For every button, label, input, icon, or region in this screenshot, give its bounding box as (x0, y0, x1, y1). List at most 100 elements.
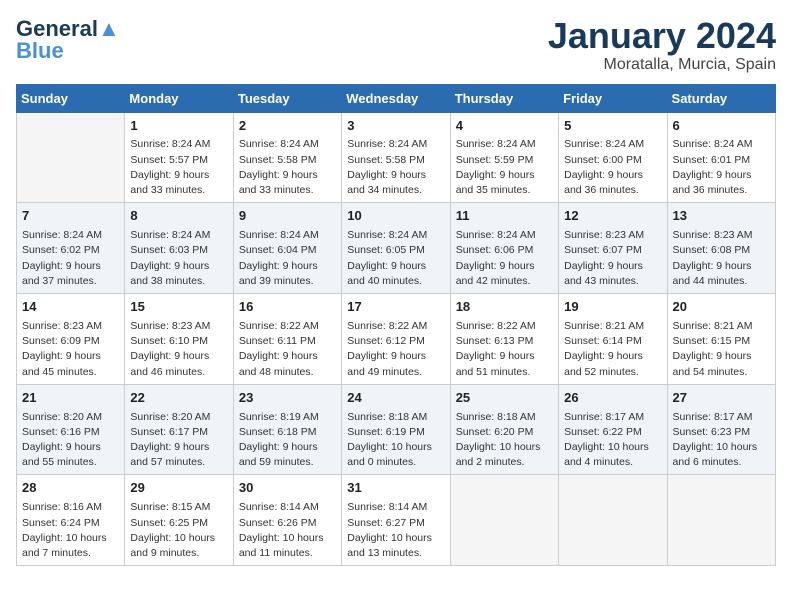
calendar-cell: 5Sunrise: 8:24 AMSunset: 6:00 PMDaylight… (559, 112, 667, 203)
sunrise-text: Sunrise: 8:23 AM (22, 319, 119, 334)
daylight-text: Daylight: 9 hours and 54 minutes. (673, 349, 770, 379)
calendar-cell: 31Sunrise: 8:14 AMSunset: 6:27 PMDayligh… (342, 475, 450, 566)
day-number: 8 (130, 207, 227, 226)
day-number: 2 (239, 117, 336, 136)
sunrise-text: Sunrise: 8:18 AM (456, 410, 553, 425)
daylight-text: Daylight: 9 hours and 57 minutes. (130, 440, 227, 470)
day-number: 22 (130, 389, 227, 408)
calendar-cell: 16Sunrise: 8:22 AMSunset: 6:11 PMDayligh… (233, 294, 341, 385)
day-number: 12 (564, 207, 661, 226)
header-row: Sunday Monday Tuesday Wednesday Thursday… (17, 84, 776, 112)
title-area: January 2024 Moratalla, Murcia, Spain (548, 16, 776, 74)
calendar-title: January 2024 (548, 16, 776, 56)
calendar-cell (17, 112, 125, 203)
day-number: 7 (22, 207, 119, 226)
calendar-cell: 7Sunrise: 8:24 AMSunset: 6:02 PMDaylight… (17, 203, 125, 294)
sunrise-text: Sunrise: 8:22 AM (239, 319, 336, 334)
calendar-cell: 15 Sunrise: 8:23 AMSunset: 6:10 PMDayligh… (125, 294, 233, 385)
day-number: 17 (347, 298, 444, 317)
day-number: 15 (130, 298, 227, 317)
day-number: 28 (22, 479, 119, 498)
sunset-text: Sunset: 6:01 PM (673, 153, 770, 168)
sunrise-text: Sunrise: 8:16 AM (22, 500, 119, 515)
calendar-cell: 19Sunrise: 8:21 AMSunset: 6:14 PMDayligh… (559, 294, 667, 385)
day-number: 26 (564, 389, 661, 408)
sunrise-text: Sunrise: 8:24 AM (22, 228, 119, 243)
sunset-text: Sunset: 6:23 PM (673, 425, 770, 440)
sunrise-text: Sunrise: 8:17 AM (564, 410, 661, 425)
day-number: 3 (347, 117, 444, 136)
col-friday: Friday (559, 84, 667, 112)
sunrise-text: Sunrise: 8:24 AM (564, 137, 661, 152)
daylight-text: Daylight: 9 hours and 49 minutes. (347, 349, 444, 379)
calendar-cell: 26 Sunrise: 8:17 AMSunset: 6:22 PMDayligh… (559, 384, 667, 475)
sunrise-text: Sunrise: 8:23 AM (130, 319, 227, 334)
daylight-text: Daylight: 10 hours and 4 minutes. (564, 440, 661, 470)
calendar-cell: 17Sunrise: 8:22 AMSunset: 6:12 PMDayligh… (342, 294, 450, 385)
day-number: 27 (673, 389, 770, 408)
sunset-text: Sunset: 6:10 PM (130, 334, 227, 349)
sunset-text: Sunset: 6:20 PM (456, 425, 553, 440)
daylight-text: Daylight: 9 hours and 40 minutes. (347, 259, 444, 289)
sunrise-text: Sunrise: 8:24 AM (456, 228, 553, 243)
sunset-text: Sunset: 6:13 PM (456, 334, 553, 349)
calendar-cell: 8Sunrise: 8:24 AMSunset: 6:03 PMDaylight… (125, 203, 233, 294)
day-number: 29 (130, 479, 227, 498)
daylight-text: Daylight: 10 hours and 0 minutes. (347, 440, 444, 470)
logo: General▲ Blue (16, 16, 120, 64)
daylight-text: Daylight: 10 hours and 9 minutes. (130, 531, 227, 561)
daylight-text: Daylight: 9 hours and 36 minutes. (673, 168, 770, 198)
day-number: 20 (673, 298, 770, 317)
calendar-cell: 24Sunrise: 8:18 AMSunset: 6:19 PMDayligh… (342, 384, 450, 475)
sunset-text: Sunset: 6:05 PM (347, 243, 444, 258)
sunset-text: Sunset: 6:19 PM (347, 425, 444, 440)
sunrise-text: Sunrise: 8:24 AM (347, 228, 444, 243)
calendar-cell: 14Sunrise: 8:23 AMSunset: 6:09 PMDayligh… (17, 294, 125, 385)
sunrise-text: Sunrise: 8:24 AM (673, 137, 770, 152)
col-saturday: Saturday (667, 84, 775, 112)
sunset-text: Sunset: 5:57 PM (130, 153, 227, 168)
calendar-cell: 4Sunrise: 8:24 AMSunset: 5:59 PMDaylight… (450, 112, 558, 203)
calendar-cell: 29Sunrise: 8:15 AMSunset: 6:25 PMDayligh… (125, 475, 233, 566)
day-number: 18 (456, 298, 553, 317)
calendar-cell: 2Sunrise: 8:24 AMSunset: 5:58 PMDaylight… (233, 112, 341, 203)
sunrise-text: Sunrise: 8:24 AM (130, 228, 227, 243)
daylight-text: Daylight: 10 hours and 7 minutes. (22, 531, 119, 561)
calendar-cell: 23Sunrise: 8:19 AMSunset: 6:18 PMDayligh… (233, 384, 341, 475)
calendar-cell: 20Sunrise: 8:21 AMSunset: 6:15 PMDayligh… (667, 294, 775, 385)
day-number: 10 (347, 207, 444, 226)
sunset-text: Sunset: 5:58 PM (347, 153, 444, 168)
daylight-text: Daylight: 9 hours and 35 minutes. (456, 168, 553, 198)
logo-subtext: Blue (16, 38, 64, 64)
col-monday: Monday (125, 84, 233, 112)
daylight-text: Daylight: 10 hours and 2 minutes. (456, 440, 553, 470)
calendar-subtitle: Moratalla, Murcia, Spain (548, 56, 776, 74)
daylight-text: Daylight: 9 hours and 38 minutes. (130, 259, 227, 289)
daylight-text: Daylight: 10 hours and 6 minutes. (673, 440, 770, 470)
day-number: 13 (673, 207, 770, 226)
daylight-text: Daylight: 9 hours and 48 minutes. (239, 349, 336, 379)
daylight-text: Daylight: 9 hours and 39 minutes. (239, 259, 336, 289)
daylight-text: Daylight: 9 hours and 46 minutes. (130, 349, 227, 379)
daylight-text: Daylight: 9 hours and 44 minutes. (673, 259, 770, 289)
sunset-text: Sunset: 6:25 PM (130, 516, 227, 531)
sunrise-text: Sunrise: 8:22 AM (456, 319, 553, 334)
day-number: 23 (239, 389, 336, 408)
sunrise-text: Sunrise: 8:24 AM (130, 137, 227, 152)
calendar-week-row: 14Sunrise: 8:23 AMSunset: 6:09 PMDayligh… (17, 294, 776, 385)
sunrise-text: Sunrise: 8:19 AM (239, 410, 336, 425)
calendar-cell: 6Sunrise: 8:24 AMSunset: 6:01 PMDaylight… (667, 112, 775, 203)
daylight-text: Daylight: 9 hours and 37 minutes. (22, 259, 119, 289)
sunset-text: Sunset: 6:15 PM (673, 334, 770, 349)
calendar-cell: 30Sunrise: 8:14 AMSunset: 6:26 PMDayligh… (233, 475, 341, 566)
sunrise-text: Sunrise: 8:24 AM (239, 137, 336, 152)
daylight-text: Daylight: 9 hours and 33 minutes. (130, 168, 227, 198)
calendar-cell: 3Sunrise: 8:24 AMSunset: 5:58 PMDaylight… (342, 112, 450, 203)
sunset-text: Sunset: 6:22 PM (564, 425, 661, 440)
sunset-text: Sunset: 6:17 PM (130, 425, 227, 440)
sunset-text: Sunset: 6:27 PM (347, 516, 444, 531)
sunrise-text: Sunrise: 8:23 AM (564, 228, 661, 243)
sunset-text: Sunset: 6:06 PM (456, 243, 553, 258)
day-number: 31 (347, 479, 444, 498)
calendar-cell: 21Sunrise: 8:20 AMSunset: 6:16 PMDayligh… (17, 384, 125, 475)
